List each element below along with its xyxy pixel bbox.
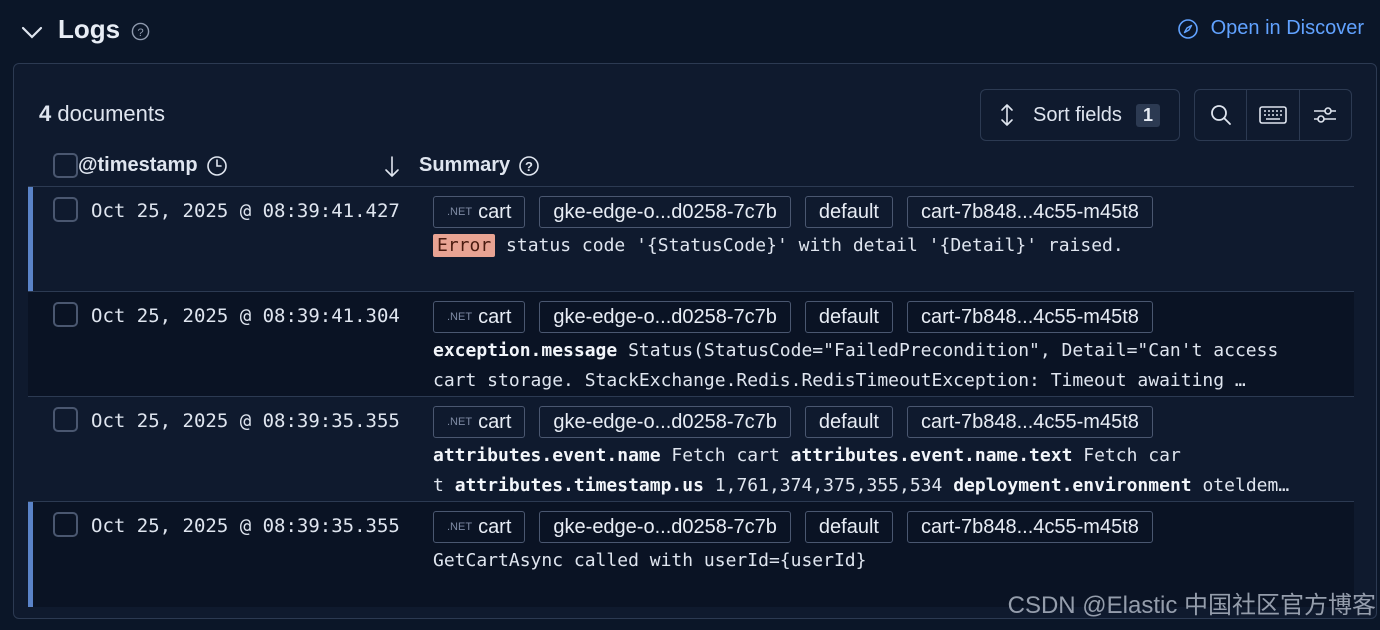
row-checkbox[interactable]	[53, 512, 78, 537]
grid-column-header: @timestamp Summary ?	[28, 149, 1354, 187]
sort-fields-count-badge: 1	[1135, 103, 1160, 127]
field-key: deployment.environment	[953, 475, 1192, 496]
documents-count: 4 documents	[39, 101, 165, 127]
timestamp-column-label: @timestamp	[78, 154, 198, 176]
namespace-badge[interactable]: default	[804, 511, 893, 543]
row-summary: GetCartAsync called with userId={userId}	[433, 546, 1343, 576]
service-badge[interactable]: .NET cart	[433, 301, 526, 333]
resource-badges: .NET cart gke-edge-o...d0258-7c7b default…	[433, 406, 1153, 438]
logs-panel: 4 documents Sort fields 1 @timestamp Sum…	[13, 63, 1377, 619]
host-badge[interactable]: gke-edge-o...d0258-7c7b	[539, 406, 791, 438]
sort-arrows-icon	[1001, 104, 1013, 126]
namespace-badge[interactable]: default	[804, 301, 893, 333]
search-button[interactable]	[1195, 90, 1246, 140]
field-value-continued: cart storage. StackExchange.Redis.RedisT…	[433, 370, 1246, 391]
row-timestamp: Oct 25, 2025 @ 08:39:35.355	[91, 410, 400, 432]
keyboard-shortcuts-button[interactable]	[1246, 90, 1298, 140]
sort-descending-icon[interactable]	[384, 155, 400, 179]
row-timestamp: Oct 25, 2025 @ 08:39:35.355	[91, 515, 400, 537]
compass-icon	[1177, 18, 1198, 39]
section-title: Logs	[58, 14, 121, 44]
summary-column-label: Summary	[419, 154, 511, 176]
documents-count-label: documents	[57, 101, 165, 126]
field-value: Status(StatusCode="FailedPrecondition", …	[628, 340, 1279, 361]
pod-badge[interactable]: cart-7b848...4c55-m45t8	[906, 301, 1153, 333]
field-value: Fetch cart	[671, 445, 780, 466]
host-badge[interactable]: gke-edge-o...d0258-7c7b	[539, 511, 791, 543]
svg-text:?: ?	[137, 27, 143, 39]
chevron-down-icon[interactable]	[20, 20, 44, 44]
help-icon[interactable]: ?	[518, 155, 540, 177]
sort-fields-button[interactable]: Sort fields 1	[980, 89, 1180, 141]
sort-fields-label: Sort fields	[1033, 103, 1122, 126]
row-timestamp: Oct 25, 2025 @ 08:39:41.427	[91, 200, 400, 222]
watermark: CSDN @Elastic 中国社区官方博客	[1007, 592, 1376, 619]
row-checkbox[interactable]	[53, 302, 78, 327]
row-summary: Error status code '{StatusCode}' with de…	[433, 231, 1343, 261]
dotnet-icon: .NET	[447, 206, 473, 218]
help-icon[interactable]: ?	[131, 22, 150, 41]
service-badge[interactable]: .NET cart	[433, 196, 526, 228]
table-row[interactable]: Oct 25, 2025 @ 08:39:35.355 .NET cart gke…	[28, 397, 1354, 502]
field-key: attributes.timestamp.us	[454, 475, 704, 496]
svg-text:?: ?	[525, 159, 533, 174]
summary-column-header[interactable]: Summary ?	[419, 154, 540, 177]
dotnet-icon: .NET	[447, 311, 473, 323]
row-checkbox[interactable]	[53, 197, 78, 222]
field-key: attributes.event.name.text	[790, 445, 1073, 466]
table-row[interactable]: Oct 25, 2025 @ 08:39:41.304 .NET cart gke…	[28, 292, 1354, 397]
log-level-badge: Error	[433, 234, 496, 257]
table-row[interactable]: Oct 25, 2025 @ 08:39:41.427 .NET cart gke…	[28, 187, 1354, 292]
pod-badge[interactable]: cart-7b848...4c55-m45t8	[906, 511, 1153, 543]
pod-badge[interactable]: cart-7b848...4c55-m45t8	[906, 196, 1153, 228]
timestamp-column-header[interactable]: @timestamp	[78, 154, 228, 177]
sliders-icon	[1314, 107, 1337, 123]
field-key: attributes.event.name	[433, 445, 661, 466]
log-message: status code '{StatusCode}' with detail '…	[506, 235, 1124, 256]
field-value: oteldem…	[1202, 475, 1290, 496]
display-settings-button[interactable]	[1298, 90, 1351, 140]
namespace-badge[interactable]: default	[804, 406, 893, 438]
host-badge[interactable]: gke-edge-o...d0258-7c7b	[539, 301, 791, 333]
namespace-badge[interactable]: default	[804, 196, 893, 228]
host-badge[interactable]: gke-edge-o...d0258-7c7b	[539, 196, 791, 228]
open-in-discover-label: Open in Discover	[1210, 17, 1364, 39]
grid-toolbar-icons	[1194, 89, 1352, 141]
open-in-discover-link[interactable]: Open in Discover	[1177, 17, 1364, 40]
pod-badge[interactable]: cart-7b848...4c55-m45t8	[906, 406, 1153, 438]
row-timestamp: Oct 25, 2025 @ 08:39:41.304	[91, 305, 400, 327]
documents-count-number: 4	[39, 101, 52, 126]
service-name: cart	[478, 200, 512, 223]
select-all-checkbox[interactable]	[53, 153, 78, 178]
service-badge[interactable]: .NET cart	[433, 511, 526, 543]
row-summary: exception.message Status(StatusCode="Fai…	[433, 336, 1343, 396]
service-name: cart	[478, 305, 512, 328]
resource-badges: .NET cart gke-edge-o...d0258-7c7b default…	[433, 196, 1153, 228]
field-value: Fetch car	[1083, 445, 1181, 466]
field-value: t	[433, 475, 444, 496]
service-name: cart	[478, 410, 512, 433]
log-message: GetCartAsync called with userId={userId}	[433, 550, 867, 571]
service-badge[interactable]: .NET cart	[433, 406, 526, 438]
dotnet-icon: .NET	[447, 416, 473, 428]
dotnet-icon: .NET	[447, 521, 473, 533]
row-checkbox[interactable]	[53, 407, 78, 432]
keyboard-icon	[1259, 106, 1287, 124]
resource-badges: .NET cart gke-edge-o...d0258-7c7b default…	[433, 301, 1153, 333]
field-key: exception.message	[433, 340, 618, 361]
search-icon	[1210, 105, 1231, 125]
logs-section-header: Logs ? Open in Discover	[0, 0, 1380, 64]
field-value: 1,761,374,375,355,534	[714, 475, 943, 496]
resource-badges: .NET cart gke-edge-o...d0258-7c7b default…	[433, 511, 1153, 543]
clock-icon	[206, 155, 227, 176]
service-name: cart	[478, 515, 512, 538]
row-summary: attributes.event.name Fetch cart attribu…	[433, 441, 1343, 501]
